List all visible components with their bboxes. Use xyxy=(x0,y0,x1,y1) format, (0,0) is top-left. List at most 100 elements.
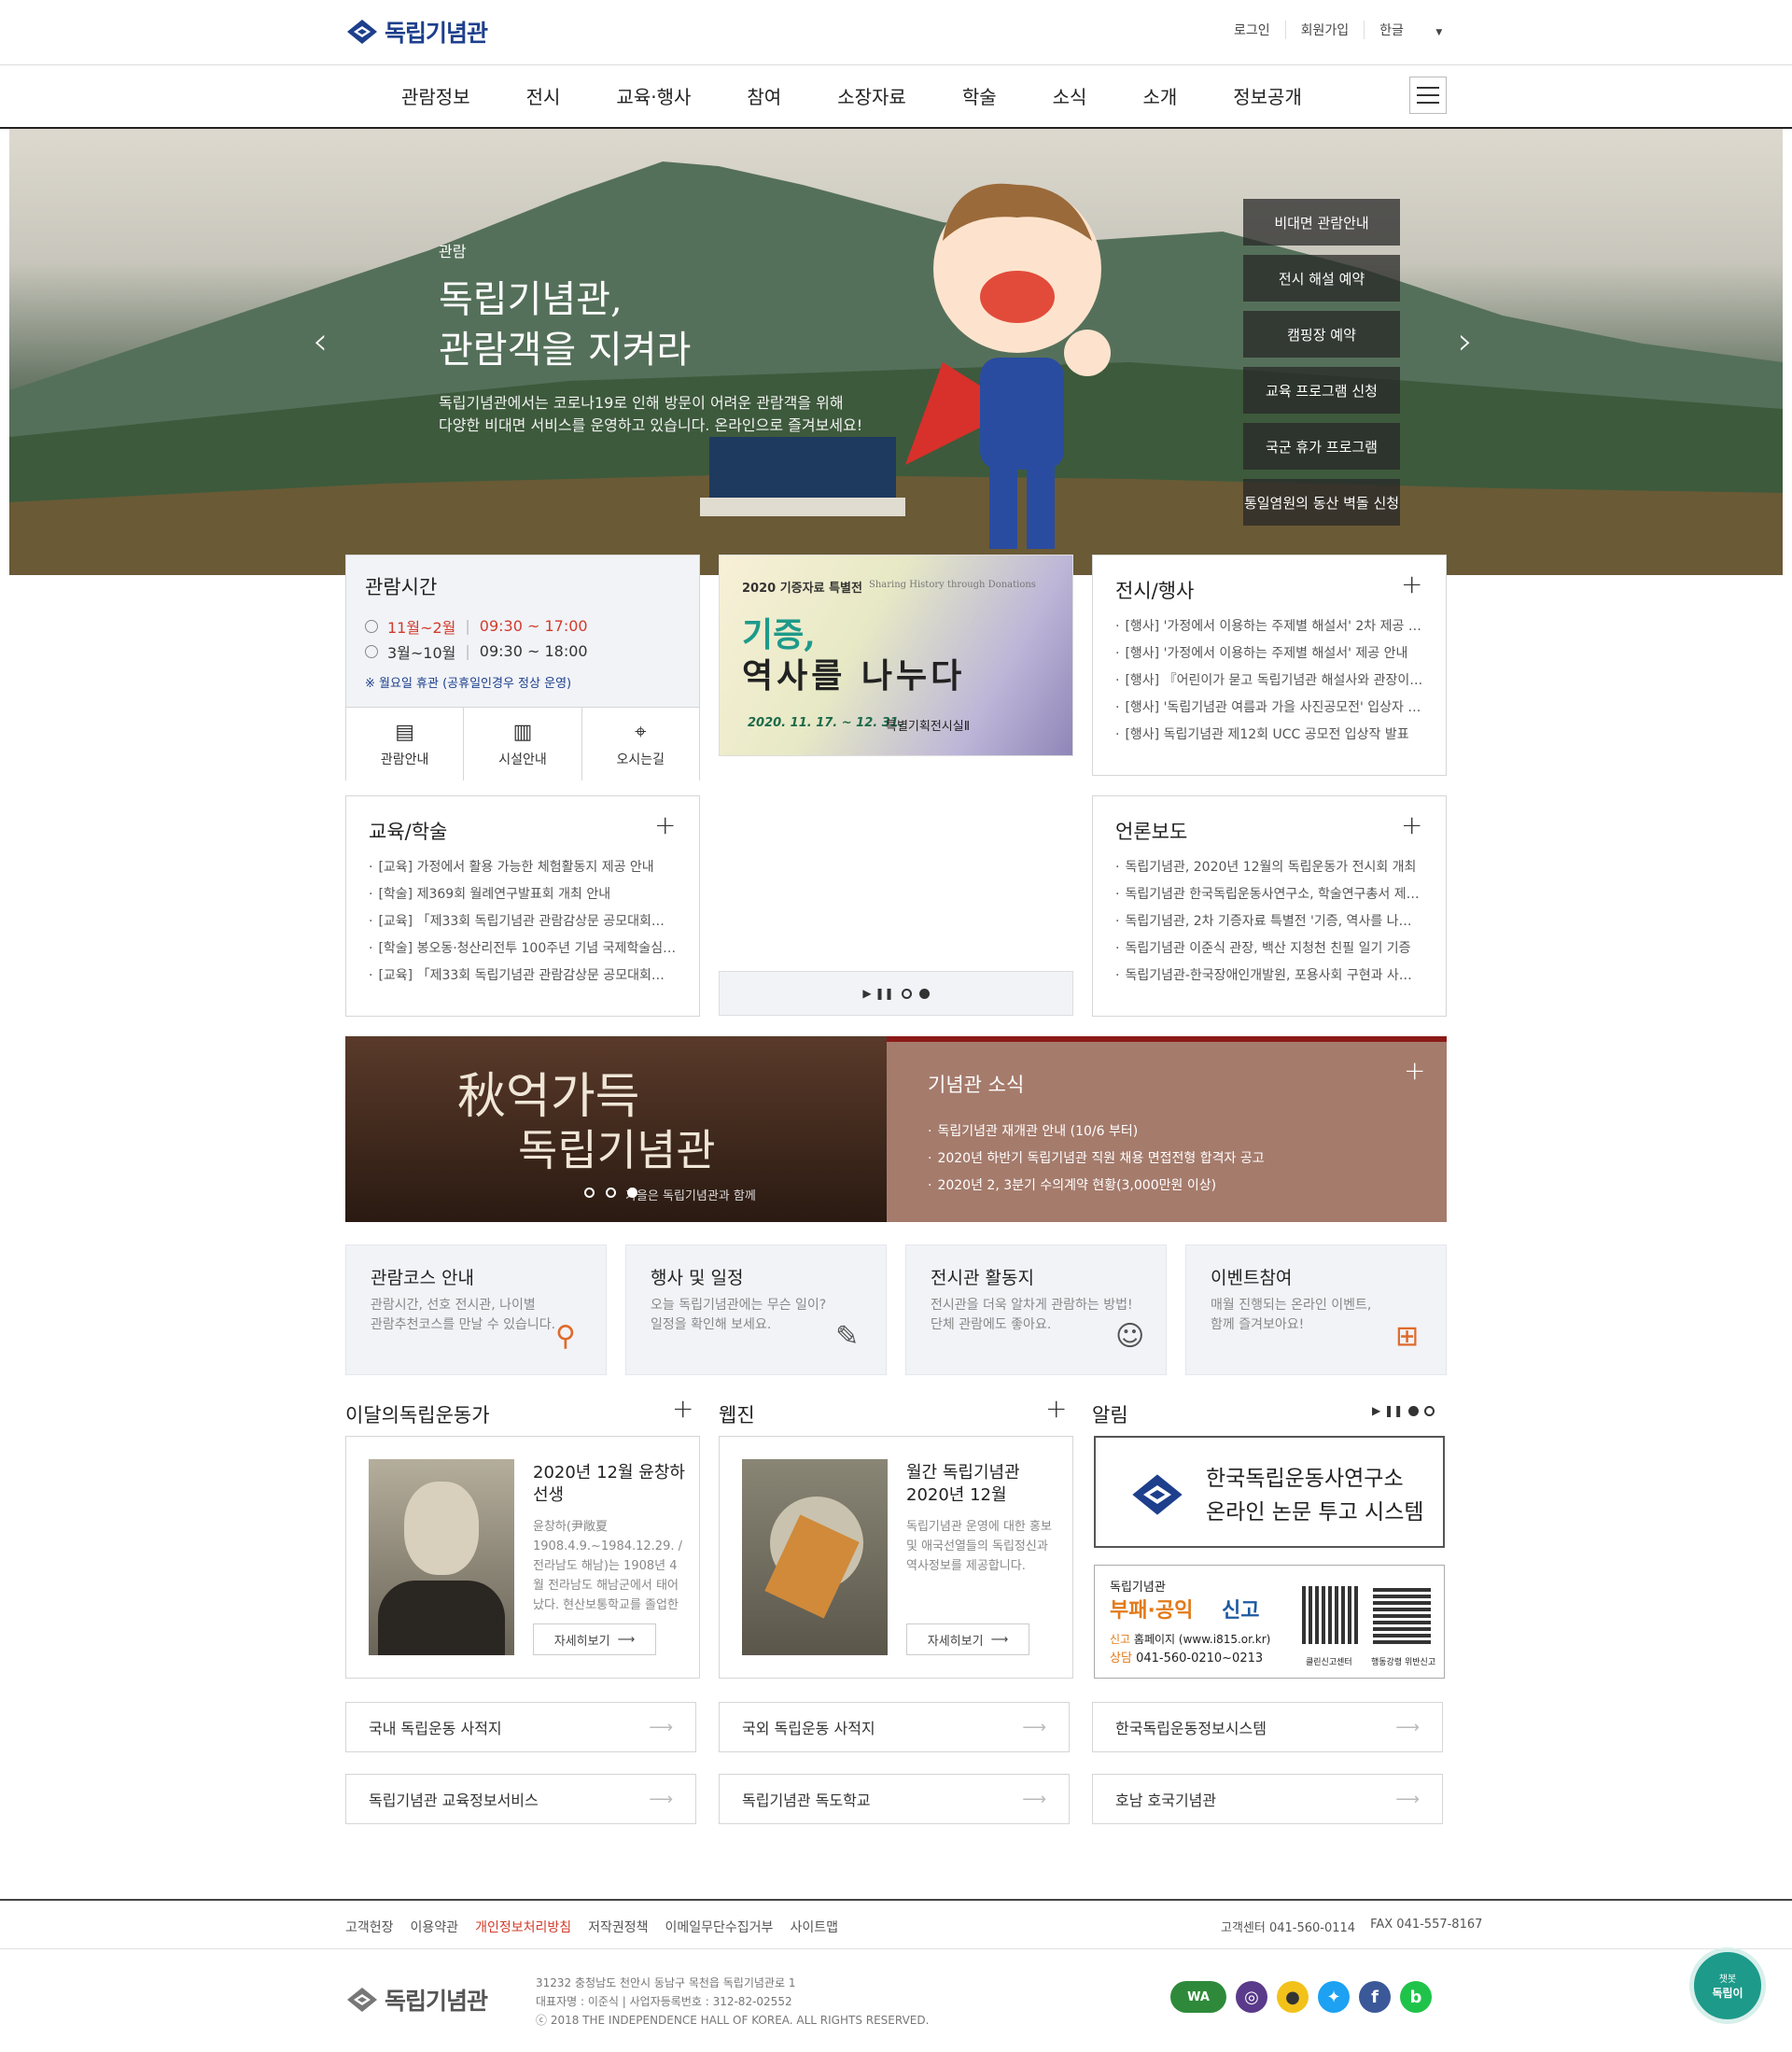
slide-dot-1[interactable] xyxy=(901,988,912,999)
special-exhibit-banner[interactable]: 2020 기증자료 특별전 Sharing History through Do… xyxy=(719,555,1073,756)
military-leave-button[interactable]: 국군 휴가 프로그램 xyxy=(1243,423,1400,470)
list-item[interactable]: 독립기념관, 2차 기증자료 특별전 '기증, 역사를 나누다' 개최 xyxy=(1115,908,1423,935)
hamburger-icon xyxy=(1417,87,1439,89)
activist-detail-button[interactable]: 자세히보기 ⟶ xyxy=(533,1623,656,1655)
footer-link[interactable]: 저작권정책 xyxy=(588,1918,648,1936)
instagram-icon[interactable]: ◎ xyxy=(1236,1981,1267,2013)
directions-link[interactable]: ⌖ 오시는길 xyxy=(581,708,699,780)
list-item[interactable]: [교육] 「제33회 독립기념관 관람감상문 공모대회」 입상자 xyxy=(369,963,677,990)
nav-visit-info[interactable]: 관람정보 xyxy=(373,82,498,109)
list-item[interactable]: [행사] '가정에서 이용하는 주제별 해설서' 제공 안내 xyxy=(1115,640,1423,668)
news-more-button[interactable]: + xyxy=(1404,1055,1425,1086)
login-link[interactable]: 로그인 xyxy=(1219,21,1285,39)
play-pause-button[interactable]: ▶ ❚❚ xyxy=(1372,1404,1403,1417)
slide-dot-1[interactable] xyxy=(1408,1405,1420,1416)
edu-more-button[interactable]: + xyxy=(654,809,676,840)
chatbot-button[interactable]: 챗봇 독립이 xyxy=(1689,1947,1766,2024)
list-item[interactable]: 독립기념관 한국독립운동사연구소, 학술연구총서 제1집 발간 xyxy=(1115,881,1423,908)
privacy-policy-link[interactable]: 개인정보처리방침 xyxy=(475,1918,571,1936)
brick-application-button[interactable]: 통일염원의 동산 벽돌 신청 xyxy=(1243,479,1400,526)
nav-news[interactable]: 소식 xyxy=(1025,82,1115,109)
event-schedule-box[interactable]: 행사 및 일정 오늘 독립기념관에는 무슨 일이? 일정을 확인해 보세요. ✎ xyxy=(625,1244,887,1375)
nav-about[interactable]: 소개 xyxy=(1114,82,1205,109)
list-item[interactable]: 독립기념관-한국장애인개발원, 포용사회 구현과 사회적 가치 xyxy=(1115,963,1423,990)
clock-icon xyxy=(365,644,378,658)
slide-dot-2[interactable] xyxy=(918,988,930,999)
list-item[interactable]: 2020년 하반기 독립기념관 직원 채용 면접전형 합격자 공고 xyxy=(928,1145,1376,1173)
slide-dot-1[interactable] xyxy=(584,1188,595,1198)
nav-education-event[interactable]: 교육·행사 xyxy=(588,82,719,109)
monthly-more-button[interactable]: + xyxy=(672,1393,693,1424)
tour-course-box[interactable]: 관람코스 안내 관람시간, 선호 전시관, 나이별 관람추천코스를 만날 수 있… xyxy=(345,1244,607,1375)
docent-reservation-button[interactable]: 전시 해설 예약 xyxy=(1243,255,1400,302)
nav-collection[interactable]: 소장자료 xyxy=(809,82,934,109)
signup-link[interactable]: 회원가입 xyxy=(1284,21,1365,39)
list-item[interactable]: [행사] '독립기념관 여름과 가을 사진공모전' 입상자 발표 xyxy=(1115,695,1423,722)
footer-link[interactable]: 이메일무단수집거부 xyxy=(665,1918,774,1936)
education-program-button[interactable]: 교육 프로그램 신청 xyxy=(1243,367,1400,414)
hero-next-button[interactable]: › xyxy=(1458,320,1473,363)
info-system-link[interactable]: 한국독립운동정보시스템 ⟶ xyxy=(1092,1702,1443,1752)
dokdo-school-link[interactable]: 독립기념관 독도학교 ⟶ xyxy=(719,1774,1070,1824)
research-submission-banner[interactable]: 한국독립운동사연구소 온라인 논문 투고 시스템 xyxy=(1094,1436,1445,1548)
play-pause-button[interactable]: ▶ ❚❚ xyxy=(862,987,893,1000)
press-more-button[interactable]: + xyxy=(1401,809,1422,840)
footer-link[interactable]: 사이트맵 xyxy=(790,1918,838,1936)
visit-guide-link[interactable]: ▤ 관람안내 xyxy=(346,708,463,780)
list-item[interactable]: 독립기념관 이준식 관장, 백산 지청천 친필 일기 기증 xyxy=(1115,935,1423,963)
kakao-icon[interactable]: ● xyxy=(1277,1981,1309,2013)
list-item[interactable]: [학술] 봉오동·청산리전투 100주년 기념 국제학술심포지엄 xyxy=(369,935,677,963)
nav-exhibition[interactable]: 전시 xyxy=(498,82,589,109)
slide-dot-2[interactable] xyxy=(606,1188,616,1198)
event-participation-box[interactable]: 이벤트참여 매월 진행되는 온라인 이벤트, 함께 즐겨보아요! ⊞ xyxy=(1185,1244,1447,1375)
autumn-banner[interactable]: 秋억가득 독립기념관 가을은 독립기념관과 함께 xyxy=(345,1036,887,1222)
untact-tour-button[interactable]: 비대면 관람안내 xyxy=(1243,199,1400,246)
link-label: 호남 호국기념관 xyxy=(1115,1792,1217,1809)
corruption-report-banner[interactable]: 독립기념관 부패·공익 신고 신고 홈페이지 (www.i815.or.kr) … xyxy=(1094,1565,1445,1679)
slide-dot-3[interactable] xyxy=(627,1188,637,1198)
service-title: 이벤트참여 xyxy=(1211,1268,1293,1288)
list-item[interactable]: [행사] '가정에서 이용하는 주제별 해설서' 2차 제공 안내 xyxy=(1115,613,1423,640)
nav-academic[interactable]: 학술 xyxy=(934,82,1025,109)
arrow-right-icon: ⟶ xyxy=(1022,1717,1046,1737)
facility-guide-link[interactable]: ▥ 시설안내 xyxy=(463,708,581,780)
site-logo[interactable]: 독립기념관 xyxy=(345,15,488,49)
activity-sheet-box[interactable]: 전시관 활동지 전시관을 더욱 알차게 관람하는 방법! 단체 관람에도 좋아요… xyxy=(905,1244,1167,1375)
overseas-sites-link[interactable]: 국외 독립운동 사적지 ⟶ xyxy=(719,1702,1070,1752)
list-item[interactable]: [행사] 독립기념관 제12회 UCC 공모전 입상작 발표 xyxy=(1115,722,1423,749)
qr-code-image xyxy=(1302,1586,1360,1644)
list-item[interactable]: [교육] 가정에서 활용 가능한 체험활동지 제공 안내 xyxy=(369,854,677,881)
camping-reservation-button[interactable]: 캠핑장 예약 xyxy=(1243,311,1400,358)
list-item[interactable]: 독립기념관, 2020년 12월의 독립운동가 전시회 개최 xyxy=(1115,854,1423,881)
domestic-sites-link[interactable]: 국내 독립운동 사적지 ⟶ xyxy=(345,1702,696,1752)
edu-info-service-link[interactable]: 독립기념관 교육정보서비스 ⟶ xyxy=(345,1774,696,1824)
logo-mark-icon xyxy=(347,20,377,44)
exhibit-event-card: 전시/행사 + [행사] '가정에서 이용하는 주제별 해설서' 2차 제공 안… xyxy=(1092,555,1447,776)
honam-memorial-link[interactable]: 호남 호국기념관 ⟶ xyxy=(1092,1774,1443,1824)
slide-dot-2[interactable] xyxy=(1424,1405,1435,1416)
activist-desc: 윤창하(尹敞夏 1908.4.9.~1984.12.29. / 전라남도 해남)… xyxy=(533,1520,682,1612)
list-item[interactable]: 독립기념관 재개관 안내 (10/6 부터) xyxy=(928,1118,1376,1145)
list-item[interactable]: [교육] 「제33회 독립기념관 관람감상문 공모대회」 입상자 발표 xyxy=(369,908,677,935)
report-title1: 부패·공익 xyxy=(1110,1599,1194,1623)
notice-slider-controls: ▶ ❚❚ xyxy=(1372,1404,1435,1417)
exhibit-more-button[interactable]: + xyxy=(1401,569,1422,599)
exhibit-list: [행사] '가정에서 이용하는 주제별 해설서' 2차 제공 안내 [행사] '… xyxy=(1115,613,1423,749)
language-select[interactable]: 한글 ▼ xyxy=(1364,21,1457,39)
list-item[interactable]: [학술] 제369회 월례연구발표회 개최 안내 xyxy=(369,881,677,908)
webzine-detail-button[interactable]: 자세히보기 ⟶ xyxy=(906,1623,1029,1655)
facebook-icon[interactable]: f xyxy=(1359,1981,1391,2013)
footer-link[interactable]: 고객헌장 xyxy=(345,1918,394,1936)
nav-disclosure[interactable]: 정보공개 xyxy=(1205,82,1330,109)
special-date: 2020. 11. 17. ~ 12. 31. xyxy=(748,716,903,730)
twitter-icon[interactable]: ✦ xyxy=(1318,1981,1350,2013)
hero-title-line2: 관람객을 지켜라 xyxy=(439,329,692,372)
footer-link[interactable]: 이용약관 xyxy=(411,1918,459,1936)
all-menu-button[interactable] xyxy=(1409,77,1447,114)
hero-prev-button[interactable]: ‹ xyxy=(313,320,328,363)
webzine-more-button[interactable]: + xyxy=(1045,1393,1067,1424)
list-item[interactable]: 2020년 2, 3분기 수의계약 현황(3,000만원 이상) xyxy=(928,1173,1376,1200)
list-item[interactable]: [행사] 『어린이가 묻고 독립기념관 해설사와 관장이 답하다』 xyxy=(1115,668,1423,695)
nav-participation[interactable]: 참여 xyxy=(719,82,809,109)
blog-icon[interactable]: b xyxy=(1400,1981,1432,2013)
